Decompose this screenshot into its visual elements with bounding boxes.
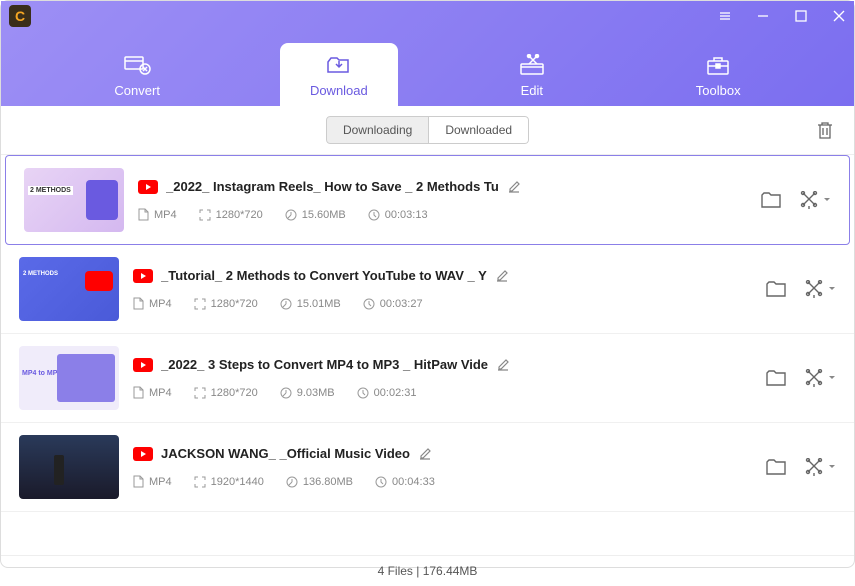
convert-icon: [123, 53, 151, 77]
convert-action-button[interactable]: [804, 280, 836, 298]
resolution-meta: 1280*720: [194, 298, 258, 310]
size-meta: 15.60MB: [285, 209, 346, 221]
thumbnail: [19, 435, 119, 499]
edit-icon: [518, 53, 546, 77]
tab-edit[interactable]: Edit: [488, 43, 576, 106]
size-meta: 9.03MB: [280, 387, 335, 399]
youtube-icon: [138, 180, 158, 194]
list-item[interactable]: _2022_ Instagram Reels_ How to Save _ 2 …: [5, 155, 850, 245]
tab-download[interactable]: Download: [280, 43, 398, 106]
resolution-meta: 1280*720: [194, 387, 258, 399]
item-title: _2022_ Instagram Reels_ How to Save _ 2 …: [166, 179, 499, 194]
tab-convert[interactable]: Convert: [84, 43, 190, 106]
duration-meta: 00:02:31: [357, 387, 417, 399]
menu-icon[interactable]: [718, 9, 732, 23]
footer-summary: 4 Files | 176.44MB: [1, 555, 854, 586]
duration-meta: 00:04:33: [375, 476, 435, 488]
youtube-icon: [133, 447, 153, 461]
segment-downloading[interactable]: Downloading: [326, 116, 429, 144]
list-item[interactable]: JACKSON WANG_ _Official Music Video MP4 …: [1, 423, 854, 512]
resolution-meta: 1920*1440: [194, 476, 264, 488]
thumbnail: [24, 168, 124, 232]
size-meta: 15.01MB: [280, 298, 341, 310]
convert-action-button[interactable]: [799, 191, 831, 209]
minimize-button[interactable]: [756, 9, 770, 23]
format-meta: MP4: [133, 386, 172, 399]
youtube-icon: [133, 269, 153, 283]
open-folder-button[interactable]: [766, 281, 786, 297]
download-icon: [325, 53, 353, 77]
tab-label: Edit: [521, 83, 543, 98]
convert-action-button[interactable]: [804, 458, 836, 476]
list-item[interactable]: _2022_ 3 Steps to Convert MP4 to MP3 _ H…: [1, 334, 854, 423]
edit-title-button[interactable]: [495, 269, 509, 283]
format-meta: MP4: [133, 297, 172, 310]
duration-meta: 00:03:13: [368, 209, 428, 221]
maximize-button[interactable]: [794, 9, 808, 23]
tab-label: Toolbox: [696, 83, 741, 98]
resolution-meta: 1280*720: [199, 209, 263, 221]
toolbox-icon: [704, 53, 732, 77]
open-folder-button[interactable]: [761, 192, 781, 208]
format-meta: MP4: [138, 208, 177, 221]
edit-title-button[interactable]: [507, 180, 521, 194]
tab-toolbox[interactable]: Toolbox: [666, 43, 771, 106]
app-logo: C: [9, 5, 31, 27]
list-item[interactable]: _Tutorial_ 2 Methods to Convert YouTube …: [1, 245, 854, 334]
format-meta: MP4: [133, 475, 172, 488]
item-title: _2022_ 3 Steps to Convert MP4 to MP3 _ H…: [161, 357, 488, 372]
item-title: _Tutorial_ 2 Methods to Convert YouTube …: [161, 268, 487, 283]
size-meta: 136.80MB: [286, 476, 353, 488]
tab-label: Download: [310, 83, 368, 98]
thumbnail: [19, 346, 119, 410]
convert-action-button[interactable]: [804, 369, 836, 387]
open-folder-button[interactable]: [766, 459, 786, 475]
item-title: JACKSON WANG_ _Official Music Video: [161, 446, 410, 461]
tab-label: Convert: [114, 83, 160, 98]
segment-downloaded[interactable]: Downloaded: [429, 116, 529, 144]
duration-meta: 00:03:27: [363, 298, 423, 310]
edit-title-button[interactable]: [496, 358, 510, 372]
youtube-icon: [133, 358, 153, 372]
thumbnail: [19, 257, 119, 321]
edit-title-button[interactable]: [418, 447, 432, 461]
open-folder-button[interactable]: [766, 370, 786, 386]
download-list: _2022_ Instagram Reels_ How to Save _ 2 …: [1, 155, 854, 555]
close-button[interactable]: [832, 9, 846, 23]
trash-button[interactable]: [816, 120, 834, 140]
